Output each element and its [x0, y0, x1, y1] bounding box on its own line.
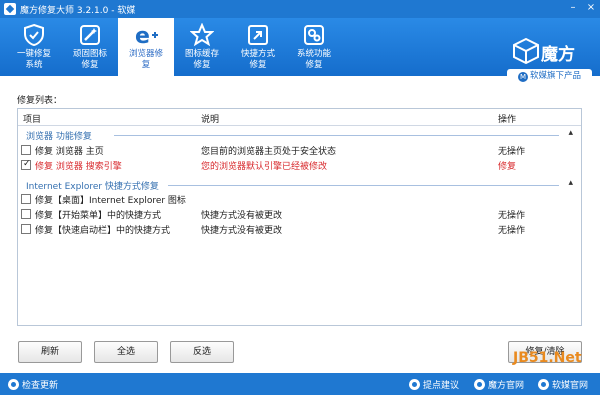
minimize-button[interactable]: – [566, 2, 580, 14]
ruanmei-site-label: 软媒官网 [552, 381, 589, 391]
row-name: 修复【开始菜单】中的快捷方式 [35, 211, 162, 221]
row-desc: 您目前的浏览器主页处于安全状态 [201, 147, 337, 157]
tool-label: 一键修复 系统 [16, 49, 51, 70]
star-icon [190, 23, 214, 47]
update-icon [8, 379, 19, 390]
official-site-link[interactable]: 魔方官网 [474, 378, 524, 391]
brand-logo: 魔方 M 软媒旗下产品 [507, 38, 592, 88]
select-all-button[interactable]: 全选 [94, 341, 158, 363]
tool-icon-cache[interactable]: 图标缓存 修复 [174, 18, 230, 76]
tool-label: 快捷方式 修复 [240, 49, 275, 70]
list-item[interactable]: 修复【桌面】Internet Explorer 图标 [21, 192, 579, 207]
row-desc: 快捷方式没有被更改 [201, 226, 283, 236]
list-item[interactable]: 修复【开始菜单】中的快捷方式 快捷方式没有被更改 无操作 [21, 207, 579, 222]
tool-browser-repair[interactable]: e 浏览器修 复 [118, 18, 174, 76]
list-item[interactable]: 修复 浏览器 搜索引擎 您的浏览器默认引擎已经被修改 修复 [21, 158, 579, 173]
ruanmei-icon [538, 379, 549, 390]
suggest-label: 提点建议 [423, 381, 460, 391]
window-controls: – × [566, 2, 598, 14]
suggest-link[interactable]: 提点建议 [409, 378, 459, 391]
title-bar: 魔方修复大师 3.2.1.0 - 软媒 – × [0, 0, 600, 18]
ruanmei-site-link[interactable]: 软媒官网 [538, 378, 588, 391]
group-title-ie-shortcut: Internet Explorer 快捷方式修复 [26, 182, 159, 192]
list-item[interactable]: 修复 浏览器 主页 您目前的浏览器主页处于安全状态 无操作 [21, 143, 579, 158]
browser-e-icon: e [135, 24, 158, 47]
row-desc: 您的浏览器默认引擎已经被修改 [201, 162, 328, 172]
row-checkbox[interactable] [21, 194, 31, 204]
tool-label: 顽固图标 修复 [72, 49, 107, 70]
row-checkbox[interactable] [21, 209, 31, 219]
gears-icon [304, 25, 324, 45]
column-item: 项目 [23, 115, 42, 125]
row-checkbox[interactable] [21, 145, 31, 155]
svg-text:e: e [135, 24, 150, 47]
watermark-text: JB51.Net [512, 350, 582, 366]
wand-icon [80, 25, 100, 45]
column-op: 操作 [498, 115, 517, 125]
tool-shortcut-repair[interactable]: 快捷方式 修复 [230, 18, 286, 76]
repair-list-label: 修复列表： [17, 96, 63, 106]
brand-name: 魔方 [541, 45, 575, 65]
tool-label: 浏览器修 复 [128, 49, 163, 70]
window-title: 魔方修复大师 3.2.1.0 - 软媒 [20, 5, 136, 16]
collapse-icon[interactable]: ▴ [568, 178, 573, 188]
collapse-icon[interactable]: ▴ [568, 128, 573, 138]
column-desc: 说明 [201, 115, 220, 125]
status-bar: 检查更新 提点建议 魔方官网 软媒官网 [0, 373, 600, 395]
cube-icon [474, 379, 485, 390]
ruanmei-mark-icon: M [517, 72, 528, 82]
list-header: 项目 说明 操作 [18, 109, 581, 126]
row-name: 修复 浏览器 主页 [35, 147, 104, 157]
row-op: 无操作 [498, 226, 526, 236]
shield-repair-icon [24, 23, 44, 47]
group-divider [114, 135, 559, 136]
row-name: 修复【快速启动栏】中的快捷方式 [35, 226, 171, 236]
brand-subtitle: M 软媒旗下产品 [507, 69, 592, 84]
tool-system-function[interactable]: 系统功能 修复 [286, 18, 342, 76]
close-button[interactable]: × [584, 2, 598, 14]
group-title-browser: 浏览器 功能修复 [26, 132, 92, 142]
check-update-link[interactable]: 检查更新 [8, 378, 58, 391]
repair-list: 项目 说明 操作 浏览器 功能修复 ▴ 修复 浏览器 主页 您目前的浏览器主页处… [17, 108, 582, 326]
brand-subtitle-text: 软媒旗下产品 [529, 71, 581, 81]
tool-system-repair[interactable]: 一键修复 系统 [6, 18, 62, 76]
group-divider [168, 185, 559, 186]
list-item[interactable]: 修复【快速启动栏】中的快捷方式 快捷方式没有被更改 无操作 [21, 222, 579, 237]
chat-icon [409, 379, 420, 390]
row-checkbox[interactable] [21, 159, 31, 170]
official-site-label: 魔方官网 [488, 381, 525, 391]
main-toolbar: 一键修复 系统 顽固图标 修复 e 浏览器修 复 图标缓存 修复 快捷方式 修复… [0, 18, 600, 84]
invert-selection-button[interactable]: 反选 [170, 341, 234, 363]
site-watermark: JB51.Net [512, 350, 582, 366]
cube-logo-icon [513, 38, 539, 64]
shortcut-arrow-icon [248, 25, 268, 45]
row-op: 无操作 [498, 211, 526, 221]
row-op: 无操作 [498, 147, 526, 157]
refresh-button[interactable]: 刷新 [18, 341, 82, 363]
row-name: 修复【桌面】Internet Explorer 图标 [35, 196, 186, 206]
app-logo-icon [4, 3, 16, 15]
row-op: 修复 [498, 162, 517, 172]
check-update-label: 检查更新 [22, 381, 59, 391]
tool-icon-repair[interactable]: 顽固图标 修复 [62, 18, 118, 76]
row-desc: 快捷方式没有被更改 [201, 211, 283, 221]
row-checkbox[interactable] [21, 224, 31, 234]
tool-label: 图标缓存 修复 [184, 49, 219, 70]
tool-label: 系统功能 修复 [296, 49, 331, 70]
row-name: 修复 浏览器 搜索引擎 [35, 162, 122, 172]
